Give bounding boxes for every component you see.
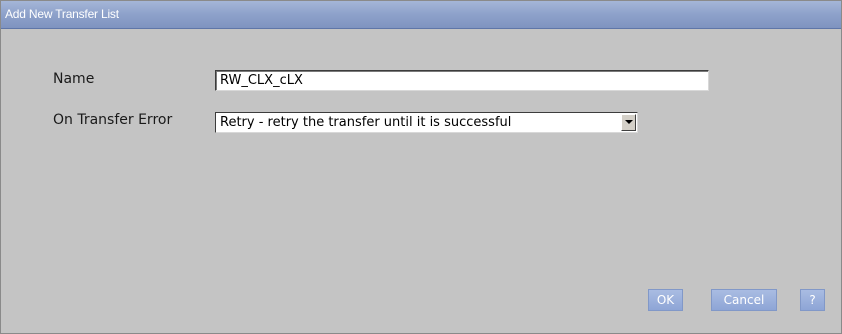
dialog-title: Add New Transfer List (5, 7, 119, 21)
on-transfer-error-value: Retry - retry the transfer until it is s… (220, 115, 512, 130)
on-transfer-error-select[interactable]: Retry - retry the transfer until it is s… (215, 112, 638, 133)
on-transfer-error-label: On Transfer Error (53, 112, 173, 128)
help-button[interactable]: ? (800, 289, 825, 311)
dialog-titlebar[interactable]: Add New Transfer List (1, 1, 841, 29)
cancel-button[interactable]: Cancel (711, 289, 777, 311)
chevron-down-icon (625, 120, 633, 124)
dropdown-button[interactable] (621, 114, 636, 131)
name-label: Name (53, 71, 95, 87)
ok-button[interactable]: OK (648, 289, 683, 311)
name-input[interactable] (215, 70, 709, 91)
add-transfer-list-dialog: Add New Transfer List Name On Transfer E… (0, 0, 842, 334)
